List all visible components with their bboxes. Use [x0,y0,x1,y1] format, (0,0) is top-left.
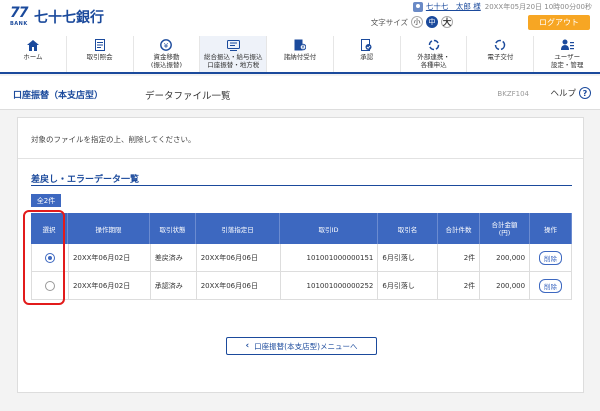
nav-item-user-settings[interactable]: ユーザー 設定・管理 [534,36,600,72]
count-cell: 2件 [438,272,481,299]
nav-label: 電子交付 [487,53,514,61]
user-icon [412,1,423,12]
name-cell: 6月引落し [378,272,439,299]
batch-transfer-icon [226,39,240,51]
nav-item-electronic[interactable]: 電子交付 [467,36,535,72]
document-list-icon [93,39,107,51]
logo-mark: 77 BANK [10,5,32,28]
col-header-id: 取引ID [280,213,378,244]
id-cell: 101001000000252 [281,272,379,299]
page-title: データファイル一覧 [145,91,231,102]
logout-button[interactable]: ログアウト [528,15,590,30]
logo-bank-text: BANK [10,21,28,27]
nav-item-inquiry[interactable]: 取引照会 [67,36,134,72]
nav-label: 外部連携・ 各種申込 [417,53,450,69]
font-large-button[interactable]: 大 [441,16,453,28]
login-time: 20XX年05月20日 10時00分00秒 [484,2,592,11]
section-title: 差戻し・エラーデータ一覧 [31,175,140,185]
user-settings-icon [560,39,574,51]
table-row: 20XX年06月02日 承認済み 20XX年06月06日 10100100000… [31,272,572,300]
font-size-control: 文字サイズ 小 中 大 [371,16,453,28]
error-data-table: 選択 操作期限 取引状態 引落指定日 取引ID 取引名 合計件数 合計金額 (円… [31,213,572,300]
col-header-deadline: 操作期限 [68,213,150,244]
table-header-row: 選択 操作期限 取引状態 引落指定日 取引ID 取引名 合計件数 合計金額 (円… [31,213,572,244]
nav-label: 諸納付受付 [283,53,317,61]
back-to-menu-button[interactable]: ‹ 口座振替(本支店型)メニューへ [226,337,377,355]
date-cell: 20XX年06月06日 [197,272,281,299]
col-header-name: 取引名 [378,213,438,244]
link-icon [427,39,441,51]
bank-name: 七十七銀行 [34,10,104,26]
col-header-status: 取引状態 [150,213,196,244]
nav-item-approval[interactable]: 承認 [334,36,401,72]
status-cell: 差戻済み [151,244,197,271]
nav-item-payment[interactable]: ¥ 諸納付受付 [267,36,334,72]
nav-item-transfer[interactable]: ¥ 資金移動 (振込振替) [134,36,201,72]
delete-button[interactable]: 削除 [539,250,563,265]
amount-cell: 200,000 [480,244,531,271]
col-header-action: 操作 [530,213,572,244]
nav-item-home[interactable]: ホーム [0,36,67,72]
nav-label: 取引照会 [86,53,113,61]
money-transfer-icon: ¥ [159,39,173,51]
col-header-count: 合計件数 [438,213,480,244]
main-panel: 対象のファイルを指定の上、削除してください。 差戻し・エラーデータ一覧 全2件 … [17,117,584,393]
name-cell: 6月引落し [378,244,439,271]
help-icon: ? [579,87,591,99]
count-cell: 2件 [438,244,481,271]
instruction-text: 対象のファイルを指定の上、削除してください。 [31,135,196,144]
font-small-button[interactable]: 小 [411,16,423,28]
user-info: 七十七 太郎 様 20XX年05月20日 10時00分00秒 [412,1,592,12]
help-label: ヘルプ [550,89,576,99]
approval-icon [360,39,374,51]
nav-item-external[interactable]: 外部連携・ 各種申込 [401,36,468,72]
action-cell: 削除 [530,272,572,299]
back-button-label: 口座振替(本支店型)メニューへ [254,341,358,351]
svg-text:¥: ¥ [301,45,304,51]
table-row: 20XX年06月02日 差戻済み 20XX年06月06日 10100100000… [31,244,572,272]
font-size-label: 文字サイズ [370,17,408,27]
deadline-cell: 20XX年06月02日 [69,272,151,299]
user-name-link[interactable]: 七十七 太郎 様 [426,1,481,12]
divider [18,158,583,159]
select-column-highlight [23,210,65,305]
chevron-left-icon: ‹ [245,341,250,351]
nav-label: ホーム [23,53,43,61]
bank-logo: 77 BANK 七十七銀行 [10,5,104,28]
nav-label: 総合振込・給与振込 口座振替・地方税 [203,53,263,69]
logo-number: 77 [10,5,29,21]
help-link[interactable]: ヘルプ ? [550,87,591,99]
screen-id: BKZF104 [497,90,529,98]
nav-label: ユーザー 設定・管理 [550,53,584,69]
status-cell: 承認済み [151,272,197,299]
deadline-cell: 20XX年06月02日 [69,244,151,271]
amount-cell: 200,000 [480,272,531,299]
date-cell: 20XX年06月06日 [197,244,281,271]
electronic-delivery-icon [493,39,507,51]
app-header: 77 BANK 七十七銀行 七十七 太郎 様 20XX年05月20日 10時00… [0,0,600,36]
nav-label: 承認 [360,53,374,61]
action-cell: 削除 [530,244,572,271]
delete-button[interactable]: 削除 [539,278,563,293]
page-title-bar: 口座振替（本支店型） データファイル一覧 BKZF104 ヘルプ ? [0,76,600,110]
col-header-amount: 合計金額 (円) [480,213,530,244]
breadcrumb: 口座振替（本支店型） [13,91,104,101]
font-medium-button[interactable]: 中 [426,16,438,28]
payment-icon: ¥ [293,39,307,51]
section-underline [31,185,572,186]
nav-label: 資金移動 (振込振替) [150,53,182,69]
svg-text:¥: ¥ [164,42,169,50]
nav-item-batch-transfer[interactable]: 総合振込・給与振込 口座振替・地方税 [200,36,268,72]
id-cell: 101001000000151 [281,244,379,271]
count-badge: 全2件 [31,194,61,207]
col-header-date: 引落指定日 [196,213,280,244]
global-nav: ホーム 取引照会 ¥ 資金移動 (振込振替) 総合振込・給与振込 口座振替・地方… [0,36,600,74]
home-icon [26,39,40,51]
